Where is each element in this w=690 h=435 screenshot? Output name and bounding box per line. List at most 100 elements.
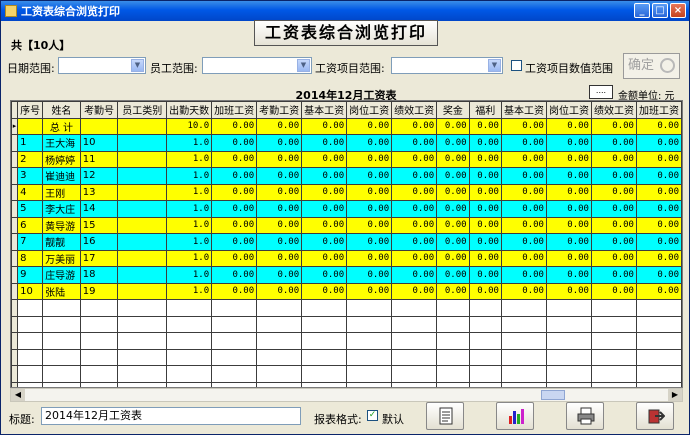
- value-cell[interactable]: 0.00: [590, 200, 637, 218]
- empty-cell[interactable]: [545, 332, 592, 350]
- category-cell[interactable]: [117, 233, 168, 251]
- value-cell[interactable]: 0.00: [545, 117, 592, 135]
- value-cell[interactable]: 0.00: [436, 150, 470, 168]
- value-cell[interactable]: 0.00: [590, 249, 637, 267]
- value-cell[interactable]: 0.00: [590, 266, 637, 284]
- attendance-no-cell[interactable]: 16: [79, 233, 119, 251]
- value-cell[interactable]: 0.00: [391, 167, 438, 185]
- value-cell[interactable]: 1.0: [166, 183, 213, 201]
- empty-row[interactable]: [11, 365, 682, 383]
- value-cell[interactable]: 0.00: [590, 117, 637, 135]
- scroll-right-icon[interactable]: ▶: [668, 389, 682, 401]
- value-cell[interactable]: 0.00: [500, 150, 547, 168]
- value-cell[interactable]: 1.0: [166, 200, 213, 218]
- value-cell[interactable]: 0.00: [391, 266, 438, 284]
- value-cell[interactable]: 1.0: [166, 167, 213, 185]
- value-cell[interactable]: 0.00: [468, 183, 502, 201]
- value-cell[interactable]: 0.00: [635, 282, 682, 300]
- value-cell[interactable]: 0.00: [468, 266, 502, 284]
- value-cell[interactable]: 0.00: [635, 134, 682, 152]
- scroll-thumb[interactable]: [541, 390, 565, 400]
- value-cell[interactable]: 0.00: [635, 233, 682, 251]
- category-cell[interactable]: [117, 134, 168, 152]
- column-header[interactable]: 奖金: [436, 101, 470, 119]
- value-cell[interactable]: 0.00: [256, 200, 303, 218]
- value-cell[interactable]: 1.0: [166, 233, 213, 251]
- value-cell[interactable]: 0.00: [468, 249, 502, 267]
- empty-cell[interactable]: [79, 332, 119, 350]
- value-cell[interactable]: 0.00: [545, 266, 592, 284]
- value-cell[interactable]: 0.00: [545, 249, 592, 267]
- empty-cell[interactable]: [590, 299, 637, 317]
- value-cell[interactable]: 0.00: [346, 134, 393, 152]
- numeric-range-checkbox[interactable]: [511, 60, 522, 71]
- empty-cell[interactable]: [590, 365, 637, 383]
- category-cell[interactable]: [117, 150, 168, 168]
- value-cell[interactable]: 0.00: [468, 233, 502, 251]
- value-cell[interactable]: 0.00: [211, 134, 258, 152]
- value-cell[interactable]: 0.00: [468, 117, 502, 135]
- seq-cell[interactable]: [17, 117, 44, 135]
- value-cell[interactable]: 0.00: [256, 216, 303, 234]
- name-cell[interactable]: 靓靓: [42, 233, 81, 251]
- empty-cell[interactable]: [468, 332, 502, 350]
- scroll-left-icon[interactable]: ◀: [11, 389, 25, 401]
- empty-cell[interactable]: [468, 348, 502, 366]
- date-range-select[interactable]: ▼: [58, 57, 146, 74]
- seq-cell[interactable]: 9: [17, 266, 44, 284]
- seq-cell[interactable]: 8: [17, 249, 44, 267]
- value-cell[interactable]: 0.00: [301, 117, 348, 135]
- empty-cell[interactable]: [590, 348, 637, 366]
- value-cell[interactable]: 0.00: [301, 233, 348, 251]
- seq-cell[interactable]: 6: [17, 216, 44, 234]
- empty-cell[interactable]: [635, 299, 682, 317]
- empty-cell[interactable]: [301, 348, 348, 366]
- value-cell[interactable]: 0.00: [346, 150, 393, 168]
- empty-cell[interactable]: [468, 365, 502, 383]
- value-cell[interactable]: 0.00: [436, 183, 470, 201]
- value-cell[interactable]: 0.00: [436, 167, 470, 185]
- empty-cell[interactable]: [346, 348, 393, 366]
- value-cell[interactable]: 0.00: [301, 183, 348, 201]
- value-cell[interactable]: 0.00: [635, 167, 682, 185]
- column-header[interactable]: 序号: [17, 101, 44, 119]
- value-cell[interactable]: 0.00: [635, 216, 682, 234]
- empty-cell[interactable]: [42, 348, 81, 366]
- value-cell[interactable]: 0.00: [211, 200, 258, 218]
- empty-cell[interactable]: [166, 315, 213, 333]
- empty-cell[interactable]: [42, 332, 81, 350]
- empty-cell[interactable]: [17, 315, 44, 333]
- name-cell[interactable]: 总 计: [42, 117, 81, 135]
- value-cell[interactable]: 0.00: [500, 167, 547, 185]
- column-header[interactable]: 基本工资: [500, 101, 547, 119]
- column-header[interactable]: 加班工资: [211, 101, 258, 119]
- value-cell[interactable]: 1.0: [166, 266, 213, 284]
- value-cell[interactable]: 0.00: [346, 282, 393, 300]
- value-cell[interactable]: 0.00: [436, 233, 470, 251]
- category-cell[interactable]: [117, 117, 168, 135]
- empty-cell[interactable]: [211, 348, 258, 366]
- value-cell[interactable]: 0.00: [590, 134, 637, 152]
- value-cell[interactable]: 0.00: [211, 150, 258, 168]
- value-cell[interactable]: 0.00: [211, 167, 258, 185]
- value-cell[interactable]: 0.00: [436, 282, 470, 300]
- value-cell[interactable]: 10.0: [166, 117, 213, 135]
- value-cell[interactable]: 0.00: [436, 249, 470, 267]
- value-cell[interactable]: 0.00: [391, 233, 438, 251]
- horizontal-scrollbar[interactable]: ◀ ▶: [10, 388, 683, 402]
- attendance-no-cell[interactable]: 14: [79, 200, 119, 218]
- value-cell[interactable]: 0.00: [256, 233, 303, 251]
- employee-range-select[interactable]: ▼: [202, 57, 312, 74]
- empty-cell[interactable]: [166, 332, 213, 350]
- value-cell[interactable]: 0.00: [545, 200, 592, 218]
- empty-cell[interactable]: [166, 299, 213, 317]
- empty-cell[interactable]: [545, 315, 592, 333]
- name-cell[interactable]: 王大海: [42, 134, 81, 152]
- empty-cell[interactable]: [79, 365, 119, 383]
- empty-cell[interactable]: [436, 299, 470, 317]
- value-cell[interactable]: 0.00: [545, 183, 592, 201]
- value-cell[interactable]: 1.0: [166, 216, 213, 234]
- empty-cell[interactable]: [590, 332, 637, 350]
- value-cell[interactable]: 0.00: [346, 266, 393, 284]
- column-header[interactable]: 基本工资: [301, 101, 348, 119]
